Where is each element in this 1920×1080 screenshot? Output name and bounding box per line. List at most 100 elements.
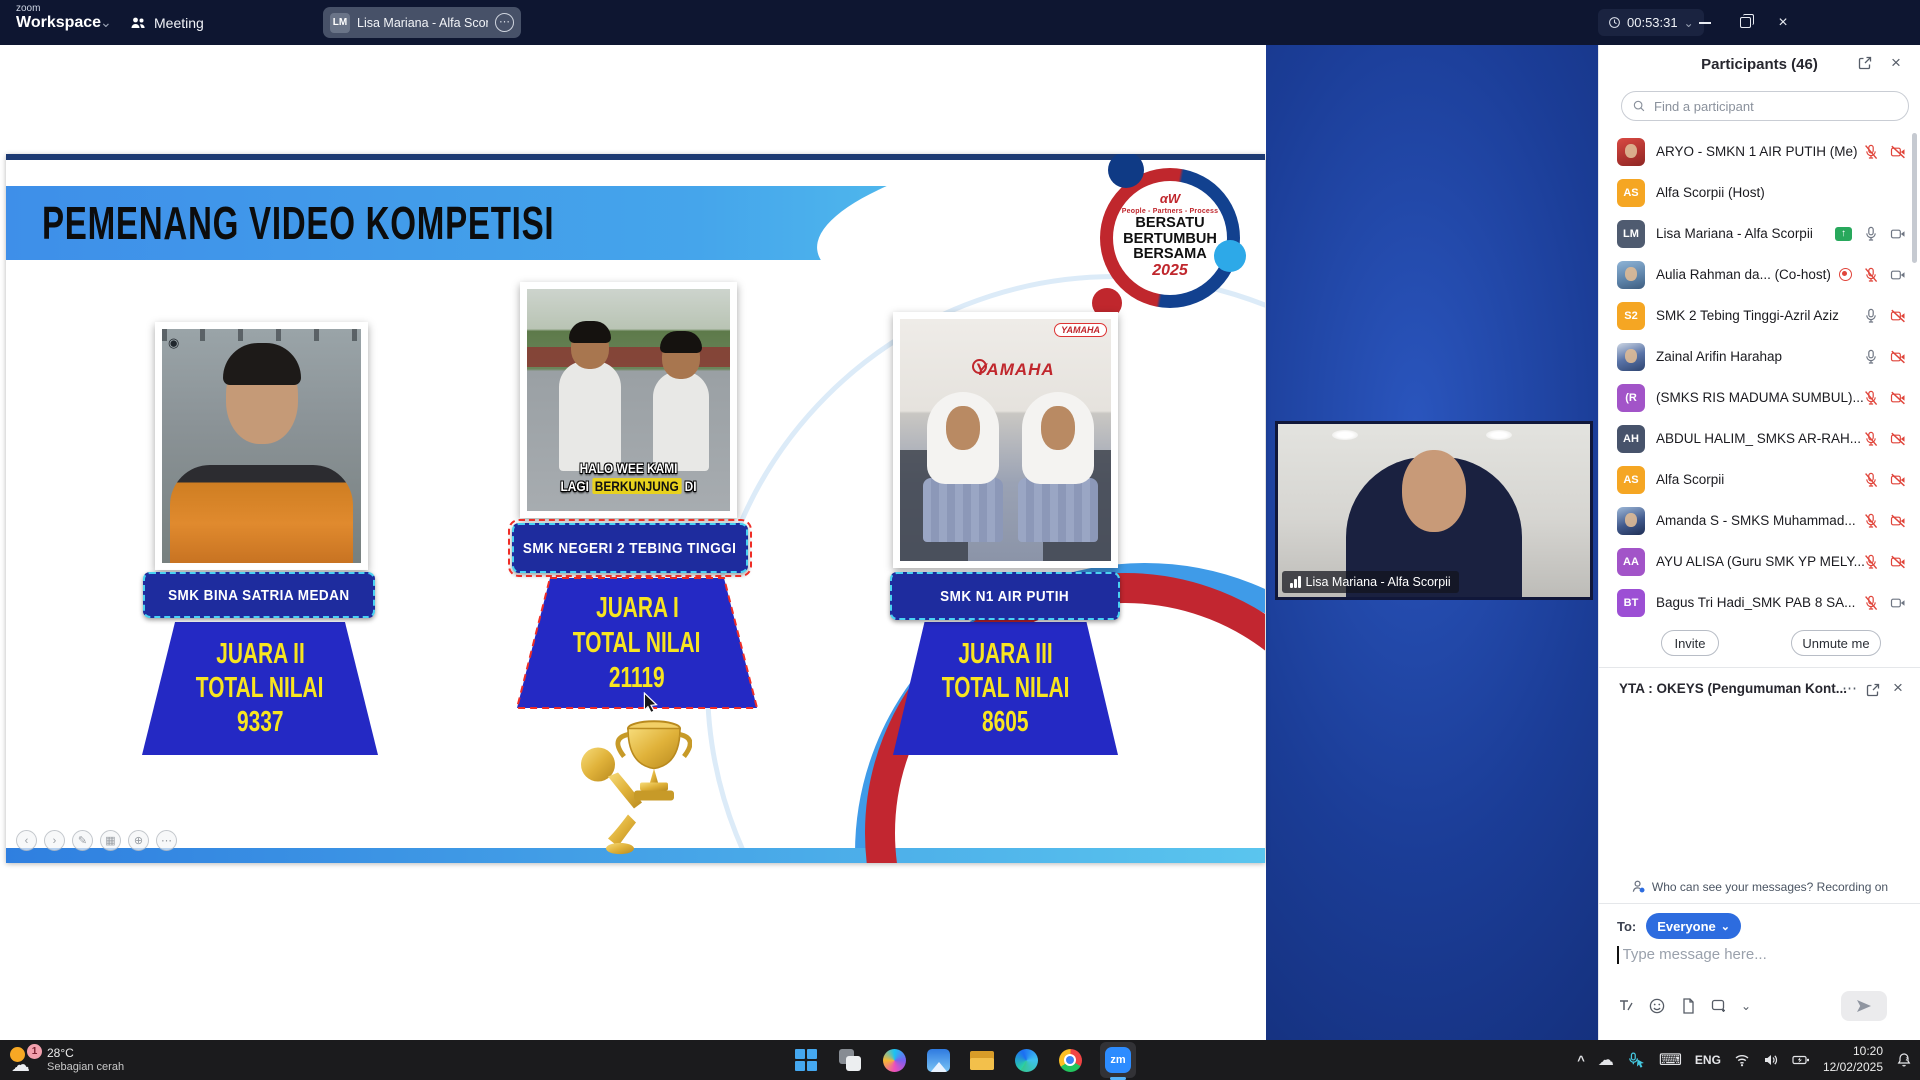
participant-row[interactable]: AH ABDUL HALIM_ SMKS AR-RAH... bbox=[1599, 418, 1920, 459]
camera-off-icon bbox=[1890, 144, 1906, 160]
send-message-button[interactable] bbox=[1841, 991, 1887, 1021]
winner1-total-label: TOTAL NILAI bbox=[573, 629, 701, 658]
chat-menu-icon[interactable]: ⋯ bbox=[1842, 679, 1857, 697]
participant-row[interactable]: AA AYU ALISA (Guru SMK YP MELY... bbox=[1599, 541, 1920, 582]
weather-widget[interactable]: ☁ 1 28°C Sebagian cerah bbox=[8, 1040, 124, 1080]
workspace-label: Workspace bbox=[16, 15, 101, 31]
right-sidebar: Participants (46) × ARYO - SMKN 1 AIR PU… bbox=[1598, 45, 1920, 1040]
participant-row[interactable]: ARYO - SMKN 1 AIR PUTIH (Me) bbox=[1599, 131, 1920, 172]
zoom-slide-icon[interactable]: ⊕ bbox=[128, 830, 149, 851]
avatar: AS bbox=[1617, 466, 1645, 494]
participant-name: (SMKS RIS MADUMA SUMBUL)... bbox=[1656, 390, 1864, 405]
onedrive-icon[interactable]: ☁ bbox=[1598, 1050, 1614, 1070]
next-slide-icon[interactable]: › bbox=[44, 830, 65, 851]
tab-shared-screen[interactable]: LM Lisa Mariana - Alfa Scorpii's scree ⋯ bbox=[323, 7, 521, 38]
folder-icon bbox=[970, 1051, 994, 1070]
speaker-video-tile[interactable]: Lisa Mariana - Alfa Scorpii bbox=[1275, 421, 1593, 600]
format-text-icon[interactable] bbox=[1617, 997, 1635, 1015]
photos-button[interactable] bbox=[924, 1046, 952, 1074]
chat-message-input[interactable] bbox=[1621, 945, 1881, 964]
student-2 bbox=[653, 371, 709, 471]
popout-icon[interactable] bbox=[1857, 55, 1873, 71]
search-input[interactable] bbox=[1652, 98, 1882, 115]
avatar bbox=[1617, 138, 1645, 166]
edge-button[interactable] bbox=[1012, 1046, 1040, 1074]
start-button[interactable] bbox=[792, 1046, 820, 1074]
window-bars bbox=[162, 329, 361, 341]
clock-icon bbox=[1608, 16, 1621, 29]
mic-muted-icon bbox=[1863, 472, 1879, 488]
notification-badge: 1 bbox=[27, 1044, 42, 1059]
clock-widget[interactable]: 10:20 12/02/2025 bbox=[1823, 1044, 1883, 1075]
touch-keyboard-icon[interactable]: ⌨ bbox=[1659, 1050, 1682, 1070]
notification-bell-icon[interactable] bbox=[1896, 1052, 1912, 1068]
tray-date: 12/02/2025 bbox=[1823, 1060, 1883, 1076]
zoom-app-button[interactable]: zm bbox=[1100, 1042, 1136, 1078]
participants-scrollbar[interactable] bbox=[1912, 133, 1917, 263]
previous-slide-icon[interactable]: ‹ bbox=[16, 830, 37, 851]
participant-search[interactable] bbox=[1621, 91, 1909, 121]
tab-more-icon[interactable]: ⋯ bbox=[495, 13, 514, 32]
close-panel-icon[interactable]: × bbox=[1891, 53, 1901, 73]
hidden-icons-chevron[interactable]: ^ bbox=[1577, 1053, 1585, 1068]
wifi-icon[interactable] bbox=[1734, 1052, 1750, 1068]
zoom-workspace-logo[interactable]: zoom Workspace bbox=[16, 4, 101, 31]
volume-icon[interactable] bbox=[1763, 1052, 1779, 1068]
avatar: AA bbox=[1617, 548, 1645, 576]
weather-icon: ☁ 1 bbox=[8, 1045, 40, 1075]
caption-line2: LAGI BERKUNJUNG DI bbox=[542, 478, 715, 496]
participant-row[interactable]: Aulia Rahman da... (Co-host) bbox=[1599, 254, 1920, 295]
chrome-button[interactable] bbox=[1056, 1046, 1084, 1074]
speaker-face bbox=[1402, 450, 1466, 532]
zoom-app-icon: zm bbox=[1105, 1047, 1131, 1073]
workspace-chevron-icon[interactable]: ⌄ bbox=[100, 14, 112, 31]
chat-title: YTA : OKEYS (Pengumuman Kont... bbox=[1619, 681, 1847, 696]
title-bar: zoom Workspace ⌄ Meeting LM Lisa Mariana… bbox=[0, 0, 1920, 45]
close-chat-icon[interactable]: × bbox=[1893, 678, 1903, 698]
participant-row[interactable]: S2 SMK 2 Tebing Tinggi-Azril Aziz bbox=[1599, 295, 1920, 336]
logo-line2: BERTUMBUH bbox=[1112, 231, 1228, 247]
invite-button[interactable]: Invite bbox=[1661, 630, 1719, 656]
participant-row[interactable]: Zainal Arifin Harahap bbox=[1599, 336, 1920, 377]
battery-icon[interactable] bbox=[1792, 1052, 1810, 1068]
minimize-button[interactable] bbox=[1685, 0, 1725, 45]
winner3-school-ribbon: SMK N1 AIR PUTIH bbox=[890, 572, 1120, 620]
recipient-selector[interactable]: Everyone ⌄ bbox=[1646, 913, 1741, 939]
participant-row[interactable]: AS Alfa Scorpii (Host) bbox=[1599, 172, 1920, 213]
avatar: (R bbox=[1617, 384, 1645, 412]
participant-row[interactable]: Amanda S - SMKS Muhammad... bbox=[1599, 500, 1920, 541]
restore-button[interactable] bbox=[1725, 0, 1765, 45]
slide-grid-icon[interactable]: ▦ bbox=[100, 830, 121, 851]
file-explorer-button[interactable] bbox=[968, 1046, 996, 1074]
camera-on-icon bbox=[1890, 595, 1906, 611]
task-view-button[interactable] bbox=[836, 1046, 864, 1074]
mic-in-use-icon[interactable] bbox=[1627, 1052, 1646, 1069]
avatar: BT bbox=[1617, 589, 1645, 617]
more-options-icon[interactable]: ⋯ bbox=[156, 830, 177, 851]
emoji-icon[interactable] bbox=[1648, 997, 1666, 1015]
close-button[interactable]: × bbox=[1763, 0, 1803, 45]
recording-icon bbox=[1839, 268, 1852, 281]
pen-tool-icon[interactable]: ✎ bbox=[72, 830, 93, 851]
winner1-score-shape: JUARA I TOTAL NILAI 21119 bbox=[515, 576, 759, 710]
participant-row[interactable]: (R (SMKS RIS MADUMA SUMBUL)... bbox=[1599, 377, 1920, 418]
screen-capture-icon[interactable] bbox=[1710, 997, 1728, 1015]
winner1-score: 21119 bbox=[609, 664, 665, 693]
participant-row[interactable]: BT Bagus Tri Hadi_SMK PAB 8 SA... bbox=[1599, 582, 1920, 623]
slide-title: PEMENANG VIDEO KOMPETISI bbox=[42, 186, 554, 260]
copilot-button[interactable] bbox=[880, 1046, 908, 1074]
unmute-me-button[interactable]: Unmute me bbox=[1791, 630, 1881, 656]
attach-file-icon[interactable] bbox=[1679, 997, 1697, 1015]
language-indicator[interactable]: ENG bbox=[1695, 1053, 1721, 1067]
winner3-score-shape: JUARA III TOTAL NILAI 8605 bbox=[893, 622, 1118, 755]
caption-line1: HALO WEE KAMI bbox=[542, 460, 715, 478]
shared-slide: PEMENANG VIDEO KOMPETISI αW People - Par… bbox=[6, 154, 1265, 863]
student-hijab-1 bbox=[921, 392, 1005, 542]
participant-row[interactable]: LM Lisa Mariana - Alfa Scorpii ↑ bbox=[1599, 213, 1920, 254]
participant-row[interactable]: AS Alfa Scorpii bbox=[1599, 459, 1920, 500]
participant-name: SMK 2 Tebing Tinggi-Azril Aziz bbox=[1656, 308, 1839, 323]
mic-on-icon bbox=[1863, 349, 1879, 365]
tab-meeting[interactable]: Meeting bbox=[130, 0, 204, 45]
popout-icon[interactable] bbox=[1865, 682, 1881, 698]
more-tools-chevron-icon[interactable]: ⌄ bbox=[1741, 999, 1751, 1013]
